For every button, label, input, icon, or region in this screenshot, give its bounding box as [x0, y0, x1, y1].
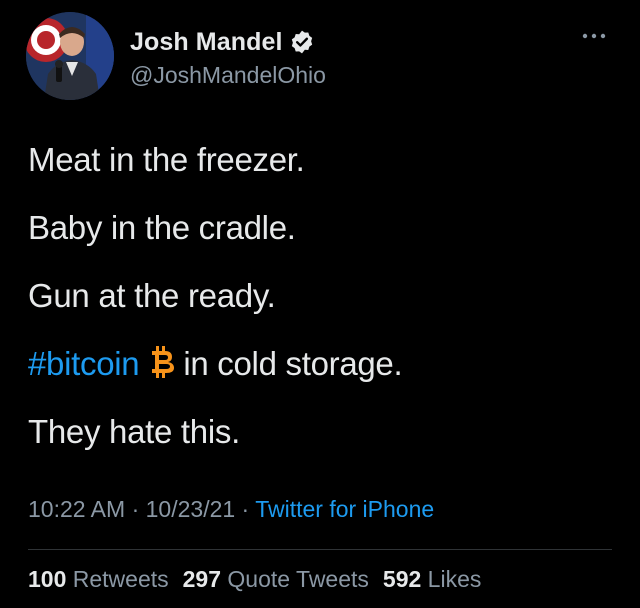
tweet-text: Meat in the freezer. Baby in the cradle.…: [28, 136, 618, 476]
more-options-icon[interactable]: [580, 26, 608, 46]
retweets-stat[interactable]: 100 Retweets: [28, 566, 169, 592]
tweet-meta: 10:22 AM · 10/23/21 · Twitter for iPhone: [28, 496, 434, 523]
handle[interactable]: @JoshMandelOhio: [130, 62, 326, 89]
bitcoin-icon: [147, 344, 177, 380]
engagement-stats: 100 Retweets 297 Quote Tweets 592 Likes: [28, 566, 495, 593]
retweets-count: 100: [28, 566, 67, 592]
likes-stat[interactable]: 592 Likes: [383, 566, 481, 592]
quote-tweets-label: Quote Tweets: [227, 566, 369, 592]
verified-badge-icon: [289, 29, 315, 55]
likes-count: 592: [382, 566, 422, 592]
name-row: Josh Mandel: [130, 24, 326, 60]
retweets-label: Retweets: [72, 566, 169, 592]
author-block: Josh Mandel @JoshMandelOhio: [130, 24, 326, 89]
tweet-card: Josh Mandel @JoshMandelOhio Meat in the …: [0, 0, 640, 608]
tweet-line-3: Gun at the ready.: [28, 277, 276, 314]
tweet-line-2: Baby in the cradle.: [28, 209, 296, 246]
tweet-source-link[interactable]: Twitter for iPhone: [255, 496, 434, 522]
meta-separator: ·: [125, 496, 146, 522]
display-name[interactable]: Josh Mandel: [130, 28, 283, 57]
meta-separator: ·: [235, 496, 256, 522]
likes-label: Likes: [427, 566, 482, 592]
avatar-image: [26, 12, 114, 100]
bitcoin-hashtag-link[interactable]: #bitcoin: [28, 345, 140, 382]
divider: [28, 549, 612, 550]
quote-tweets-stat[interactable]: 297 Quote Tweets: [183, 566, 369, 592]
quote-tweets-count: 297: [182, 566, 222, 592]
tweet-line-1: Meat in the freezer.: [28, 141, 305, 178]
avatar[interactable]: [26, 12, 114, 100]
tweet-date[interactable]: 10/23/21: [146, 496, 236, 522]
tweet-line-4: #bitcoin in cold storage.: [28, 340, 618, 388]
tweet-line-4-rest: in cold storage.: [183, 345, 403, 382]
tweet-time[interactable]: 10:22 AM: [28, 496, 125, 522]
tweet-line-5: They hate this.: [28, 413, 240, 450]
